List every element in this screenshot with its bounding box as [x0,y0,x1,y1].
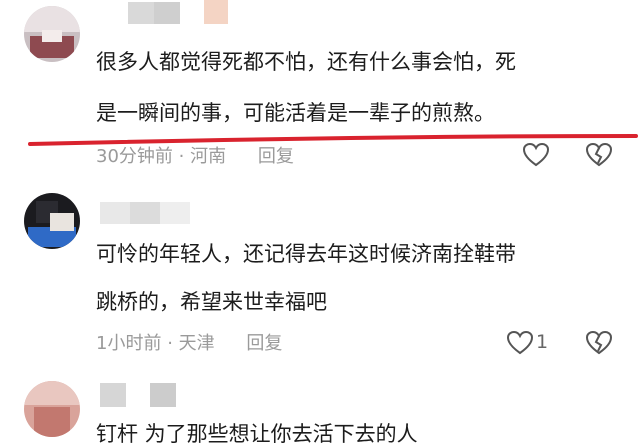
comment-text-line: 可怜的年轻人，还记得去年这时候济南拴鞋带 [96,242,516,266]
comment-text-line: 跳桥的，希望来世幸福吧 [96,290,327,314]
like-count: 1 [536,331,549,353]
comment-meta: 1小时前 · 天津 回复 [96,333,283,354]
broken-heart-icon[interactable] [585,329,613,357]
broken-heart-icon[interactable] [585,141,613,169]
username-mosaic [100,200,210,226]
comment-location: 河南 [190,146,227,167]
reply-button[interactable]: 回复 [246,333,282,354]
comment-text-line: 是一瞬间的事，可能活着是一辈子的煎熬。 [96,101,495,125]
comment-text-line: 很多人都觉得死都不怕，还有什么事会怕，死 [96,50,516,74]
avatar[interactable] [24,6,80,62]
avatar[interactable] [24,381,80,437]
heart-icon[interactable] [506,329,534,357]
username-mosaic [100,383,180,409]
comment-time: 1小时前 [96,333,162,354]
comment-time: 30分钟前 [96,146,173,167]
username-mosaic [128,0,228,26]
reply-button[interactable]: 回复 [258,146,294,167]
avatar[interactable] [24,193,80,249]
comment-location: 天津 [178,333,215,354]
comment-meta: 30分钟前 · 河南 回复 [96,146,294,167]
heart-icon[interactable] [522,141,550,169]
